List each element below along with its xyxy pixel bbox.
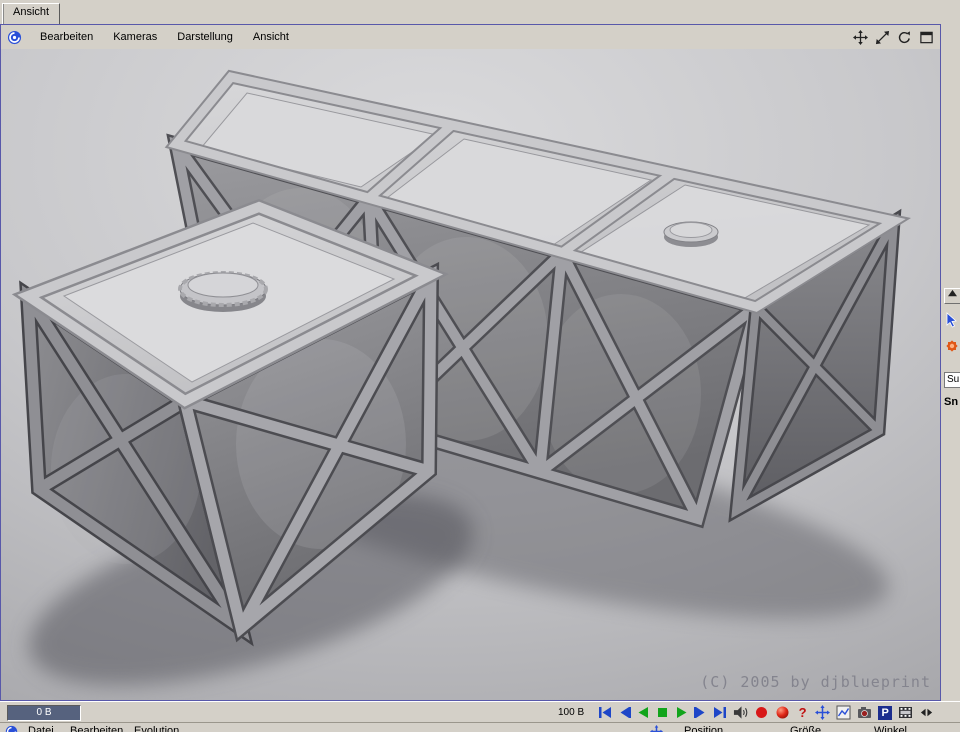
bottom-app-swirl-icon — [5, 725, 18, 732]
column-header-groesse: Größe — [790, 725, 822, 732]
menu-bearbeiten[interactable]: Bearbeiten — [38, 29, 95, 45]
bottom-menu-evolution[interactable]: Evolution — [134, 725, 179, 732]
graph-icon[interactable] — [836, 705, 851, 720]
toggle-view-icon[interactable] — [919, 30, 934, 45]
camera-icon[interactable] — [857, 705, 872, 720]
su-field[interactable]: Su — [944, 372, 960, 388]
right-panel: Su Sn — [941, 24, 960, 701]
menu-kameras[interactable]: Kameras — [111, 29, 159, 45]
help-icon[interactable]: ? — [796, 705, 809, 720]
step-back-button[interactable] — [617, 705, 632, 720]
rendered-scene: (C) 2005 by djblueprint — [1, 49, 940, 700]
column-header-winkel: Winkel — [874, 725, 908, 732]
step-forward-button[interactable] — [693, 705, 708, 720]
watermark: (C) 2005 by djblueprint — [700, 673, 931, 691]
cursor-icon[interactable] — [944, 312, 960, 331]
column-header-position: Position — [684, 725, 724, 732]
tank-cap-large — [178, 271, 268, 312]
bottom-bar: Datei Bearbeiten Evolution Position Größ… — [0, 722, 960, 732]
su-field-text: Su — [947, 374, 960, 385]
bottom-coords-icon — [650, 725, 663, 732]
status-bar: 0 B 100 B ? P — [0, 701, 960, 723]
jump-end-button[interactable] — [712, 705, 727, 720]
filmstrip-icon[interactable] — [898, 705, 913, 720]
tab-ansicht[interactable]: Ansicht — [2, 3, 61, 24]
status-right-cluster: 100 B ? P — [558, 703, 934, 722]
play-backward-button[interactable] — [636, 705, 651, 720]
stop-button[interactable] — [655, 705, 670, 720]
move-tool-icon[interactable] — [815, 705, 831, 720]
spinner-up-icon[interactable] — [944, 288, 960, 304]
play-forward-button[interactable] — [674, 705, 689, 720]
pan-view-icon[interactable] — [853, 29, 868, 45]
bottom-menu-datei[interactable]: Datei — [28, 725, 54, 732]
star-icon[interactable] — [944, 338, 960, 357]
memory-field: 0 B — [7, 705, 81, 721]
view-window: Bearbeiten Kameras Darstellung Ansicht (… — [0, 24, 941, 701]
menu-ansicht[interactable]: Ansicht — [251, 29, 291, 45]
p-button[interactable]: P — [878, 705, 893, 720]
bottom-menu-bearbeiten[interactable]: Bearbeiten — [70, 725, 123, 732]
scale-view-icon[interactable] — [875, 30, 890, 45]
frame-counter: 100 B — [558, 707, 585, 718]
menu-darstellung[interactable]: Darstellung — [175, 29, 235, 45]
panel-expand-arrows-icon[interactable] — [919, 705, 934, 720]
rotate-view-icon[interactable] — [897, 30, 912, 45]
speaker-icon[interactable] — [733, 705, 748, 720]
record-icon[interactable] — [754, 705, 769, 720]
sn-label: Sn — [944, 396, 959, 408]
tab-label: Ansicht — [13, 6, 50, 18]
tank-cap-small — [663, 221, 719, 247]
render-ball-icon[interactable] — [775, 705, 790, 720]
app-swirl-icon — [7, 30, 22, 45]
viewport-menubar: Bearbeiten Kameras Darstellung Ansicht — [1, 25, 940, 50]
render-viewport[interactable]: (C) 2005 by djblueprint — [1, 49, 940, 700]
jump-start-button[interactable] — [598, 705, 613, 720]
tab-strip: Ansicht — [0, 0, 960, 24]
view-control-icons — [853, 29, 940, 45]
application-window: Ansicht Bearbeiten Kameras Darstellung A… — [0, 0, 960, 732]
